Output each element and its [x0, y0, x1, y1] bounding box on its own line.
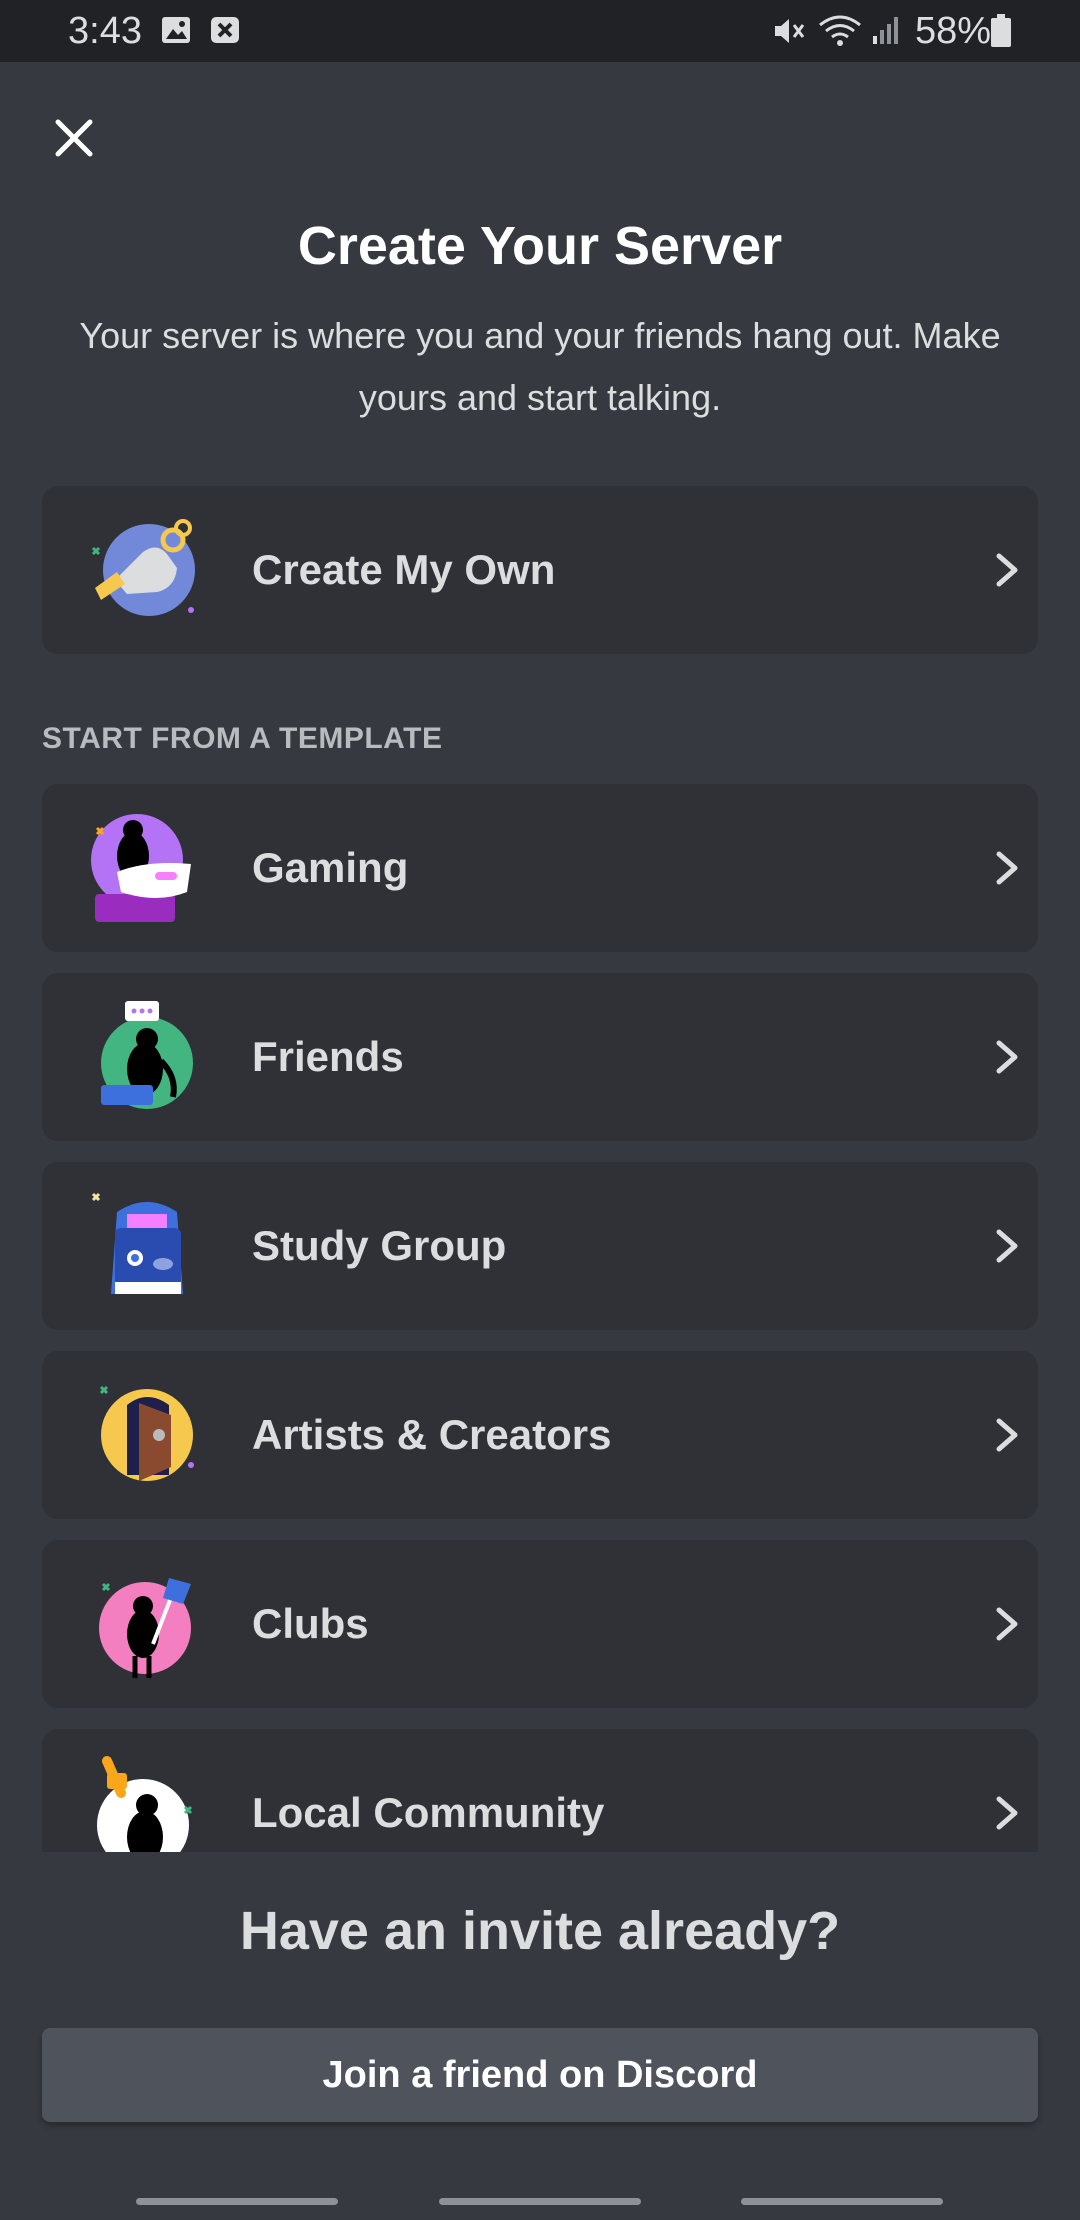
- door-icon: [87, 1375, 207, 1495]
- template-label: Gaming: [252, 844, 409, 891]
- chevron-right-icon: [996, 851, 1018, 885]
- nav-handle[interactable]: [136, 2198, 338, 2205]
- chevron-right-icon: [996, 553, 1018, 587]
- template-study-group[interactable]: Study Group: [42, 1162, 1038, 1330]
- gaming-icon: [87, 808, 207, 928]
- invite-heading: Have an invite already?: [239, 1901, 841, 1961]
- mute-icon: [772, 14, 806, 53]
- nav-handle[interactable]: [439, 2198, 641, 2205]
- gesture-navigation-bar: [0, 2190, 1080, 2220]
- template-label: Friends: [252, 1033, 404, 1080]
- status-time: 3:43: [68, 10, 142, 52]
- template-clubs[interactable]: Clubs: [42, 1540, 1038, 1708]
- create-my-own-label: Create My Own: [252, 546, 556, 593]
- flag-icon: [87, 1564, 207, 1684]
- template-gaming[interactable]: Gaming: [42, 784, 1038, 952]
- template-label: Study Group: [252, 1222, 507, 1269]
- page-subtitle: Your server is where you and your friend…: [79, 315, 1001, 418]
- status-bar: 3:43 58%: [0, 0, 1080, 62]
- signal-icon: [872, 14, 902, 51]
- template-label: Clubs: [252, 1600, 369, 1647]
- battery-percent: 58%: [915, 10, 992, 52]
- chevron-right-icon: [996, 1607, 1018, 1641]
- backpack-icon: [87, 1186, 207, 1306]
- chevron-right-icon: [996, 1418, 1018, 1452]
- template-friends[interactable]: Friends: [42, 973, 1038, 1141]
- join-friend-button[interactable]: Join a friend on Discord: [42, 2028, 1038, 2122]
- close-box-icon: [210, 14, 240, 51]
- page-title: Create Your Server: [297, 216, 783, 276]
- battery-icon: [990, 14, 1012, 53]
- image-icon: [160, 14, 192, 51]
- close-button[interactable]: [46, 110, 102, 166]
- chevron-right-icon: [996, 1229, 1018, 1263]
- chevron-right-icon: [996, 1796, 1018, 1830]
- chevron-right-icon: [996, 1040, 1018, 1074]
- template-label: Artists & Creators: [252, 1411, 612, 1458]
- template-artists-creators[interactable]: Artists & Creators: [42, 1351, 1038, 1519]
- section-header-templates: START FROM A TEMPLATE: [42, 722, 443, 755]
- wifi-icon: [818, 14, 862, 53]
- close-icon: [55, 119, 93, 157]
- create-my-own-button[interactable]: Create My Own: [42, 486, 1038, 654]
- nav-handle[interactable]: [741, 2198, 943, 2205]
- hand-key-icon: [87, 510, 207, 630]
- friends-icon: [87, 997, 207, 1117]
